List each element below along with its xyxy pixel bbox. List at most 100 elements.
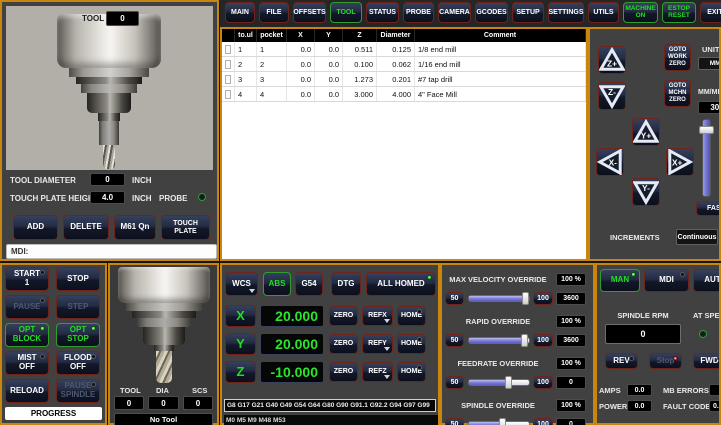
rapid-slider[interactable] (468, 337, 530, 344)
ref-x-button[interactable]: REFX (362, 306, 393, 326)
g54-button[interactable]: G54 (295, 272, 323, 296)
tab-utils[interactable]: UTILS (588, 2, 619, 23)
spindle-stop-button[interactable]: Stop (649, 353, 682, 369)
goto-machine-zero-button[interactable]: GOTO MCHN ZERO (664, 80, 691, 107)
rapid-slider-handle[interactable] (521, 334, 528, 347)
jog-speed-input[interactable]: 300 (698, 101, 721, 114)
man-tab[interactable]: MAN (600, 269, 640, 292)
axis-x-button[interactable]: X (225, 305, 256, 327)
spindle-min-button[interactable]: 50 (445, 418, 464, 425)
tab-file[interactable]: FILE (259, 2, 289, 23)
delete-tool-button[interactable]: DELETE (63, 215, 109, 240)
axis-z-button[interactable]: Z (225, 361, 256, 383)
mdi-input[interactable]: MDI: (6, 244, 217, 259)
overrides-panel: MAX VELOCITY OVERRIDE 100 % 50 100 3600 … (440, 263, 595, 425)
mdi-tab[interactable]: MDI (644, 269, 689, 292)
rapid-max-button[interactable]: 100 (533, 334, 553, 347)
jog-units-select[interactable]: MM/MIN (698, 57, 721, 70)
ref-z-button[interactable]: REFZ (362, 362, 393, 382)
table-row[interactable]: 4 4 0.0 0.0 3.000 4.000 4" Face Mill (222, 87, 586, 102)
all-homed-button[interactable]: ALL HOMED (366, 272, 436, 296)
opt-stop-button[interactable]: OPT STOP (56, 323, 100, 347)
max-velocity-max-button[interactable]: 100 (533, 292, 553, 305)
table-row[interactable]: 3 3 0.0 0.0 1.273 0.201 #7 tap drill (222, 72, 586, 87)
max-velocity-min-button[interactable]: 50 (445, 292, 464, 305)
max-velocity-slider[interactable] (468, 295, 530, 302)
dtg-button[interactable]: DTG (331, 272, 361, 296)
mist-button[interactable]: MIST OFF (5, 351, 49, 375)
tab-gcodes[interactable]: GCODES (475, 2, 508, 23)
spindle-max-button[interactable]: 100 (533, 418, 553, 425)
dro-panel: WCS ABS G54 DTG ALL HOMED X 20.000 ZERO … (220, 263, 440, 425)
spindle-photo-small (110, 265, 217, 383)
row-checkbox[interactable] (225, 60, 231, 69)
row-checkbox[interactable] (225, 45, 231, 54)
flood-button[interactable]: FLOOD OFF (56, 351, 100, 375)
jog-speed-slider[interactable] (702, 119, 711, 197)
goto-work-zero-button[interactable]: GOTO WORK ZERO (664, 44, 691, 71)
auto-tab[interactable]: AUTO (693, 269, 721, 292)
zero-y-button[interactable]: ZERO (329, 334, 358, 354)
exit-button[interactable]: EXIT (700, 2, 721, 23)
jog-z-plus-button[interactable]: Z+ (598, 46, 626, 74)
spindle-rev-button[interactable]: REV (605, 353, 638, 369)
home-z-button[interactable]: HOME (397, 362, 426, 382)
reload-button[interactable]: RELOAD (5, 379, 49, 403)
spindle-fwd-button[interactable]: FWD (693, 353, 721, 369)
touch-plate-height-input[interactable]: 4.0 (90, 191, 125, 204)
increments-select[interactable]: Continuous (676, 229, 718, 245)
rapid-min-button[interactable]: 50 (445, 334, 464, 347)
step-button[interactable]: STEP (56, 295, 100, 319)
feedrate-slider-handle[interactable] (505, 376, 512, 389)
fast-button[interactable]: FAST (696, 201, 721, 216)
m61-button[interactable]: M61 Qn (114, 215, 156, 240)
jog-speed-slider-handle[interactable] (699, 126, 714, 134)
home-x-button[interactable]: HOME (397, 306, 426, 326)
probe-led-icon (198, 193, 206, 201)
pause-button[interactable]: PAUSE (5, 295, 49, 319)
touch-plate-button[interactable]: TOUCH PLATE (161, 215, 210, 240)
row-checkbox[interactable] (225, 90, 231, 99)
ref-y-button[interactable]: REFY (362, 334, 393, 354)
tab-status[interactable]: STATUS (366, 2, 399, 23)
jog-x-minus-button[interactable]: X- (596, 148, 624, 176)
wcs-button[interactable]: WCS (225, 272, 258, 296)
spindle-percent: 100 % (556, 399, 586, 412)
axis-y-button[interactable]: Y (225, 333, 256, 355)
cycle-start-button[interactable]: START 1 (5, 267, 49, 291)
tab-probe[interactable]: PROBE (403, 2, 434, 23)
feedrate-min-button[interactable]: 50 (445, 376, 464, 389)
pause-spindle-button[interactable]: PAUSE SPINDLE (56, 379, 100, 403)
feedrate-max-button[interactable]: 100 (533, 376, 553, 389)
cycle-stop-button[interactable]: STOP (56, 267, 100, 291)
col-tool: to.ul (235, 29, 257, 42)
tab-settings[interactable]: SETTINGS (548, 2, 584, 23)
zero-z-button[interactable]: ZERO (329, 362, 358, 382)
table-row[interactable]: 2 2 0.0 0.0 0.100 0.062 1/16 end mill (222, 57, 586, 72)
tab-setup[interactable]: SETUP (512, 2, 544, 23)
jog-y-minus-button[interactable]: Y- (632, 178, 660, 206)
jog-z-minus-button[interactable]: Z- (598, 82, 626, 110)
opt-block-button[interactable]: OPT BLOCK (5, 323, 49, 347)
tab-tool[interactable]: TOOL (330, 2, 362, 23)
max-velocity-slider-handle[interactable] (522, 292, 529, 305)
table-row[interactable]: 1 1 0.0 0.0 0.511 0.125 1/8 end mill (222, 42, 586, 57)
tool-diameter-input[interactable]: 0 (90, 173, 125, 186)
tab-offsets[interactable]: OFFSETS (293, 2, 326, 23)
jog-y-plus-button[interactable]: Y+ (632, 118, 660, 146)
machine-on-button[interactable]: MACHINE ON (623, 2, 658, 23)
abs-button[interactable]: ABS (263, 272, 291, 296)
add-tool-button[interactable]: ADD (13, 215, 58, 240)
jog-x-plus-button[interactable]: X+ (666, 148, 694, 176)
row-checkbox[interactable] (225, 75, 231, 84)
estop-reset-button[interactable]: ESTOP RESET (662, 2, 696, 23)
zero-x-button[interactable]: ZERO (329, 306, 358, 326)
feedrate-slider[interactable] (468, 379, 530, 386)
fault-code-value: 0.0 (709, 400, 721, 412)
tab-camera[interactable]: CAMERA (438, 2, 471, 23)
home-y-button[interactable]: HOME (397, 334, 426, 354)
tab-main[interactable]: MAIN (225, 2, 255, 23)
spindle-slider[interactable] (468, 421, 530, 425)
spindle-slider-handle[interactable] (499, 418, 506, 425)
active-mcodes-display: M0 M5 M9 M48 M53 (224, 415, 438, 425)
